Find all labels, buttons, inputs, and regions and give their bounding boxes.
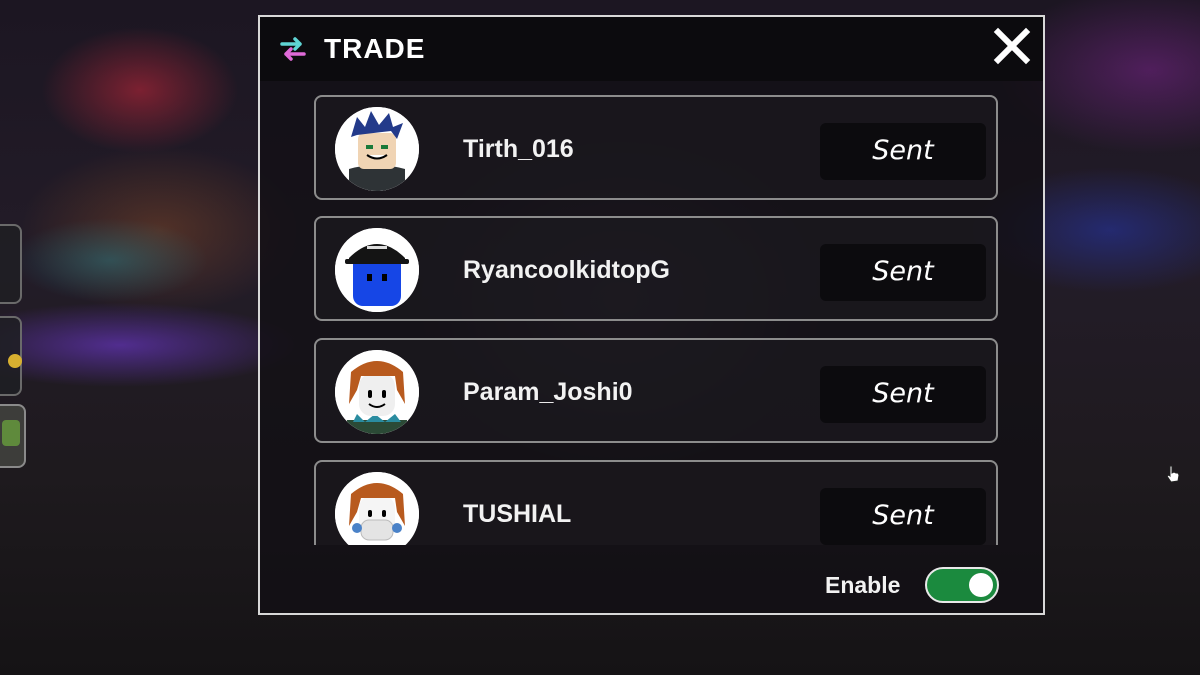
sent-button[interactable]: Sent — [820, 244, 986, 301]
player-row: Tirth_016 Sent — [314, 95, 998, 200]
avatar — [335, 350, 419, 434]
toggle-knob — [969, 573, 993, 597]
player-username: Param_Joshi0 — [463, 378, 633, 406]
trade-dialog: TRADE Tirth_016 Sent RyancoolkidtopG Sen… — [258, 15, 1045, 615]
avatar — [335, 107, 419, 191]
enable-label: Enable — [825, 572, 901, 598]
player-username: Tirth_016 — [463, 135, 574, 163]
player-row: Param_Joshi0 Sent — [314, 338, 998, 443]
player-list[interactable]: Tirth_016 Sent RyancoolkidtopG Sent Para… — [314, 95, 1000, 545]
dialog-title: TRADE — [324, 33, 426, 64]
side-menu-button[interactable] — [0, 224, 22, 304]
sent-button[interactable]: Sent — [820, 488, 986, 545]
sent-button[interactable]: Sent — [820, 123, 986, 180]
coins-side-button[interactable] — [0, 316, 22, 396]
shop-side-button[interactable] — [0, 404, 26, 468]
swap-arrows-icon — [280, 37, 306, 61]
sent-button[interactable]: Sent — [820, 366, 986, 423]
player-row: RyancoolkidtopG Sent — [314, 216, 998, 321]
hand-cursor-icon — [1166, 465, 1180, 483]
avatar — [335, 472, 419, 545]
player-row: TUSHIAL Sent — [314, 460, 998, 545]
player-username: RyancoolkidtopG — [463, 256, 670, 284]
close-icon[interactable] — [993, 27, 1031, 65]
dialog-header: TRADE — [260, 17, 1043, 81]
avatar — [335, 228, 419, 312]
enable-toggle[interactable] — [925, 567, 999, 603]
player-username: TUSHIAL — [463, 500, 572, 528]
